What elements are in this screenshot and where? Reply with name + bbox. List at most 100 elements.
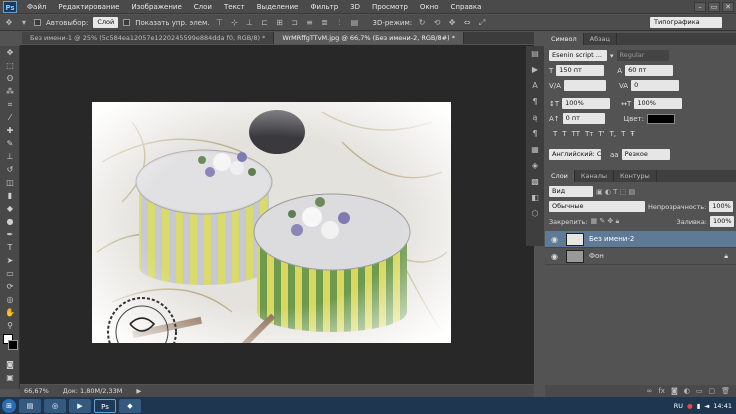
minimize-button[interactable]: – — [694, 1, 706, 12]
tab-document-1[interactable]: Без имени-1 @ 25% (5c584ea12057e12202455… — [22, 32, 275, 44]
quick-mask-icon[interactable]: ◙ — [0, 358, 20, 371]
adjustments-icon[interactable]: ▦ — [526, 142, 544, 158]
stamp-tool-icon[interactable]: ⊥ — [0, 150, 20, 163]
visibility-eye-icon[interactable]: ◉ — [551, 235, 561, 244]
autoselect-dropdown[interactable]: Слой — [93, 17, 119, 28]
app-icon[interactable]: ◆ — [119, 398, 141, 413]
kerning-field[interactable] — [563, 80, 606, 91]
browser-icon[interactable]: ◎ — [44, 398, 66, 413]
tab-character[interactable]: Символ — [545, 33, 584, 45]
typo-style-button[interactable]: T' — [598, 130, 604, 138]
move-tool-icon[interactable]: ✥ — [4, 18, 14, 28]
language-dropdown[interactable]: Английский: США — [549, 149, 601, 160]
eraser-tool-icon[interactable]: ◫ — [0, 176, 20, 189]
marquee-tool-icon[interactable]: ⬚ — [0, 59, 20, 72]
pen-tool-icon[interactable]: ✒ — [0, 228, 20, 241]
hand-tool-icon[interactable]: ✋ — [0, 306, 20, 319]
move-tool-icon[interactable]: ✥ — [0, 46, 20, 59]
history-panel-icon[interactable]: ▤ — [526, 46, 544, 62]
blend-mode-dropdown[interactable]: Обычные — [549, 201, 645, 212]
lasso-tool-icon[interactable]: ʘ — [0, 72, 20, 85]
3d-tool-icon[interactable]: ⟳ — [0, 280, 20, 293]
clock[interactable]: 14:41 — [713, 402, 732, 410]
eyedropper-tool-icon[interactable]: ⁄ — [0, 111, 20, 124]
layer-row[interactable]: ◉ Без имени-2 — [545, 231, 736, 248]
language-indicator[interactable]: RU — [674, 402, 683, 410]
tool-preset-dropdown-icon[interactable]: ▾ — [19, 18, 29, 28]
menu-item[interactable]: Слои — [188, 0, 218, 14]
new-group-icon[interactable]: ▭ — [696, 385, 703, 397]
document-image[interactable] — [92, 102, 451, 343]
3d-camera-tool-icon[interactable]: ◎ — [0, 293, 20, 306]
baseline-field[interactable]: 0 пт — [562, 113, 605, 124]
swatches-icon[interactable]: ▩ — [526, 174, 544, 190]
horizontal-scale-field[interactable]: 100% — [634, 98, 683, 109]
workspace-dropdown[interactable]: Типографика — [650, 17, 722, 28]
menu-item[interactable]: Фильтр — [304, 0, 344, 14]
text-color-swatch[interactable] — [646, 113, 675, 124]
menu-item[interactable]: Справка — [445, 0, 488, 14]
delete-layer-icon[interactable]: 🗑︎ — [721, 385, 730, 397]
align-hcenter-icon[interactable]: ⊞ — [274, 18, 284, 28]
align-left-icon[interactable]: ⊏ — [259, 18, 269, 28]
font-family-field[interactable]: Esenin script ... — [549, 50, 607, 61]
typo-style-button[interactable]: TT — [572, 130, 580, 138]
character-panel-icon[interactable]: A — [526, 78, 544, 94]
align-right-icon[interactable]: ⊐ — [289, 18, 299, 28]
typo-style-button[interactable]: T, — [610, 130, 617, 138]
tray-app-icon[interactable]: ● — [687, 402, 693, 410]
adjustment-layer-icon[interactable]: ◐ — [684, 385, 690, 397]
start-button-icon[interactable]: ⊞ — [2, 398, 16, 413]
status-menu-arrow-icon[interactable]: ▶ — [136, 387, 141, 395]
distribute-3-icon[interactable]: ⫶ — [334, 18, 344, 28]
menu-item[interactable]: Текст — [218, 0, 251, 14]
leading-field[interactable]: 60 пт — [625, 65, 674, 76]
fill-field[interactable]: 100% — [710, 216, 734, 227]
volume-icon[interactable]: ◄ — [704, 402, 709, 410]
filter-icons[interactable]: ▣ ◐ T ⬚ ▤ — [596, 188, 635, 196]
tracking-field[interactable]: 0 — [631, 80, 680, 91]
path-select-tool-icon[interactable]: ➤ — [0, 254, 20, 267]
tab-document-2[interactable]: WrMRffgTTvM.jpg @ 66,7% (Без имени-2, RG… — [274, 32, 464, 44]
layer-filter-dropdown[interactable]: Вид — [549, 186, 593, 197]
paragraph-panel-icon[interactable]: ¶ — [526, 94, 544, 110]
doc-size-readout[interactable]: Док: 1,80M/2,33M — [63, 387, 123, 395]
scale-3d-icon[interactable]: ⤢ — [477, 18, 487, 28]
tab-paragraph[interactable]: Абзац — [584, 33, 617, 45]
shape-tool-icon[interactable]: ▭ — [0, 267, 20, 280]
quick-select-tool-icon[interactable]: ⁂ — [0, 85, 20, 98]
typo-style-button[interactable]: Tт — [585, 130, 593, 138]
actions-panel-icon[interactable]: ▶ — [526, 62, 544, 78]
link-layers-icon[interactable]: ∞ — [647, 385, 653, 397]
dodge-tool-icon[interactable]: ● — [0, 215, 20, 228]
layer-row[interactable]: ◉ Фон 🔒︎ — [545, 248, 736, 265]
typo-style-button[interactable]: Ŧ — [630, 130, 634, 138]
zoom-tool-icon[interactable]: ⚲ — [0, 319, 20, 332]
explorer-icon[interactable]: ▤ — [19, 398, 41, 413]
media-icon[interactable]: ▶ — [69, 398, 91, 413]
maximize-button[interactable]: ▭ — [708, 1, 720, 12]
photoshop-taskbar-icon[interactable]: Ps — [94, 398, 116, 413]
typo-style-button[interactable]: T — [553, 130, 557, 138]
auto-align-icon[interactable]: ▤ — [349, 18, 359, 28]
blur-tool-icon[interactable]: ◆ — [0, 202, 20, 215]
menu-item[interactable]: Изображение — [125, 0, 187, 14]
history-brush-tool-icon[interactable]: ↺ — [0, 163, 20, 176]
font-size-field[interactable]: 150 пт — [556, 65, 605, 76]
autoselect-checkbox[interactable] — [34, 19, 41, 26]
visibility-eye-icon[interactable]: ◉ — [551, 252, 561, 261]
tab-paths[interactable]: Контуры — [614, 170, 657, 182]
align-vcenter-icon[interactable]: ⊹ — [229, 18, 239, 28]
align-top-icon[interactable]: ⊤ — [214, 18, 224, 28]
add-mask-icon[interactable]: ◙ — [671, 385, 678, 397]
align-bottom-icon[interactable]: ⊥ — [244, 18, 254, 28]
distribute-icon[interactable]: ≡ — [304, 18, 314, 28]
menu-item[interactable]: Файл — [21, 0, 52, 14]
background-color-swatch[interactable] — [8, 340, 18, 350]
vertical-scale-field[interactable]: 100% — [562, 98, 611, 109]
font-style-field[interactable]: Regular — [616, 50, 669, 61]
menu-item[interactable]: Окно — [414, 0, 445, 14]
menu-item[interactable]: Выделение — [251, 0, 305, 14]
tab-channels[interactable]: Каналы — [575, 170, 615, 182]
typo-style-button[interactable]: T — [621, 130, 625, 138]
